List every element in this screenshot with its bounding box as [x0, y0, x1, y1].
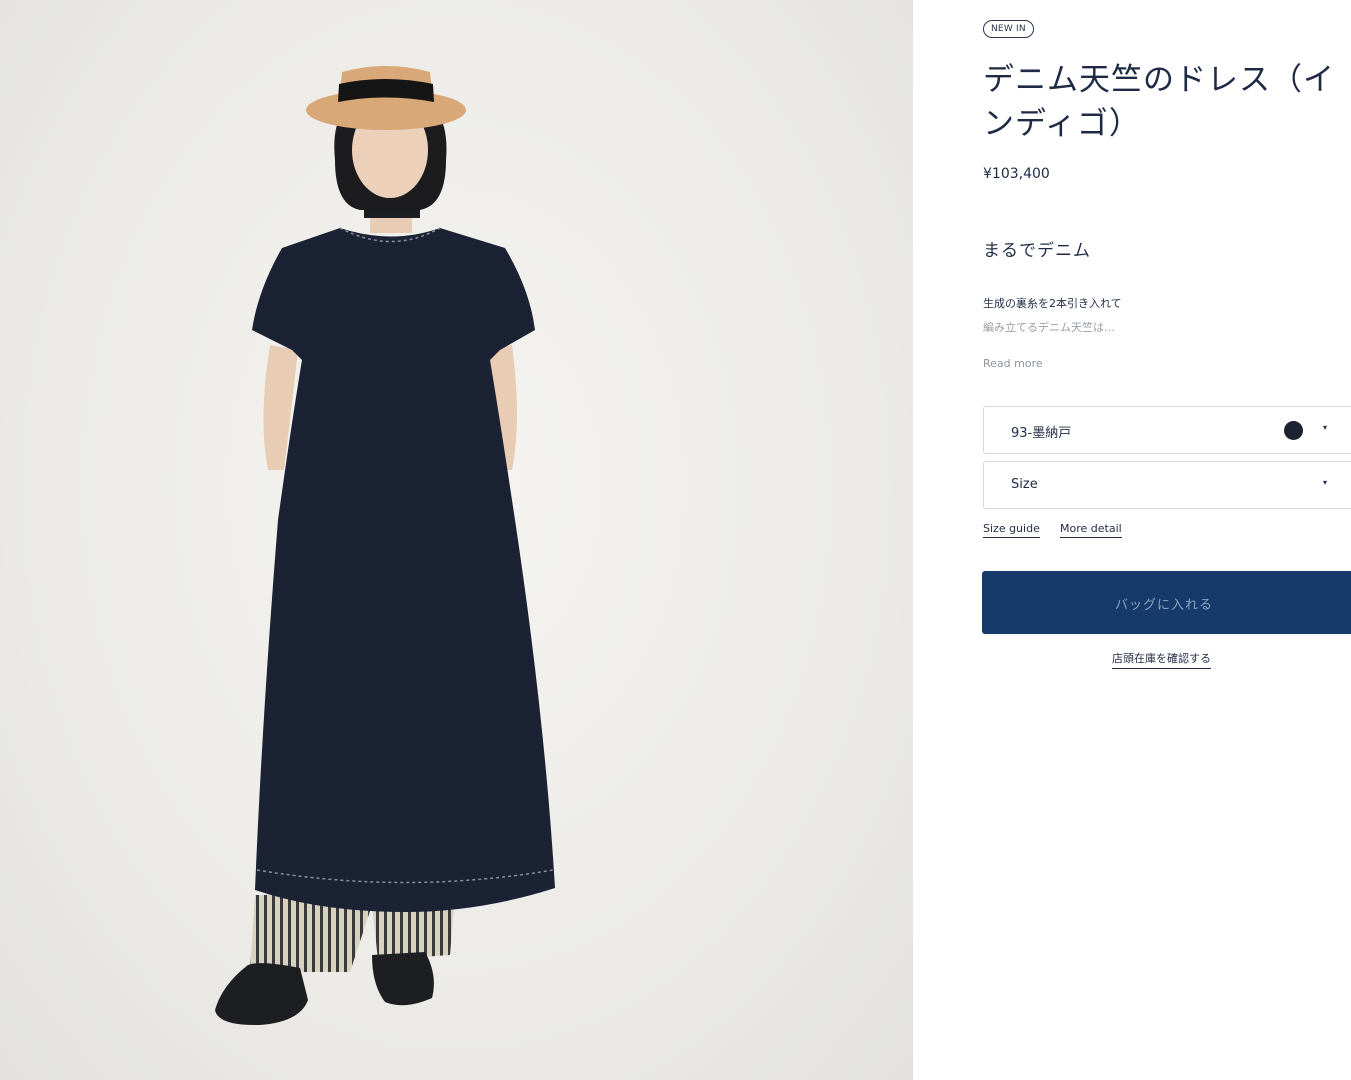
size-select[interactable]: Size ▾	[983, 461, 1351, 509]
new-in-badge: NEW IN	[983, 20, 1034, 38]
product-info-panel: NEW IN デニム天竺のドレス（インディゴ） ¥103,400 まるでデニム …	[913, 0, 1351, 1080]
size-select-placeholder: Size	[1011, 477, 1038, 492]
add-to-bag-label: バッグに入れる	[1115, 598, 1214, 613]
product-subtitle: まるでデニム	[983, 241, 1091, 261]
color-select-value: 93-墨納戸	[1011, 426, 1072, 441]
chevron-down-icon: ▾	[1323, 423, 1328, 432]
check-store-stock-link[interactable]: 店頭在庫を確認する	[1112, 650, 1211, 669]
read-more-link[interactable]: Read more	[983, 357, 1043, 370]
product-photo	[0, 0, 913, 1080]
product-description-line1: 生成の裏糸を2本引き入れて	[983, 297, 1122, 310]
color-swatch	[1284, 421, 1303, 440]
product-price: ¥103,400	[983, 166, 1050, 182]
product-title: デニム天竺のドレス（インディゴ）	[983, 62, 1335, 142]
more-detail-link[interactable]: More detail	[1060, 522, 1122, 538]
model-illustration	[215, 66, 555, 1026]
chevron-down-icon: ▾	[1323, 478, 1328, 487]
add-to-bag-button[interactable]: バッグに入れる	[982, 571, 1351, 634]
color-select[interactable]: 93-墨納戸 ▾	[983, 406, 1351, 454]
product-description-line2: 編み立てるデニム天竺は…	[983, 321, 1115, 334]
size-guide-link[interactable]: Size guide	[983, 522, 1040, 538]
